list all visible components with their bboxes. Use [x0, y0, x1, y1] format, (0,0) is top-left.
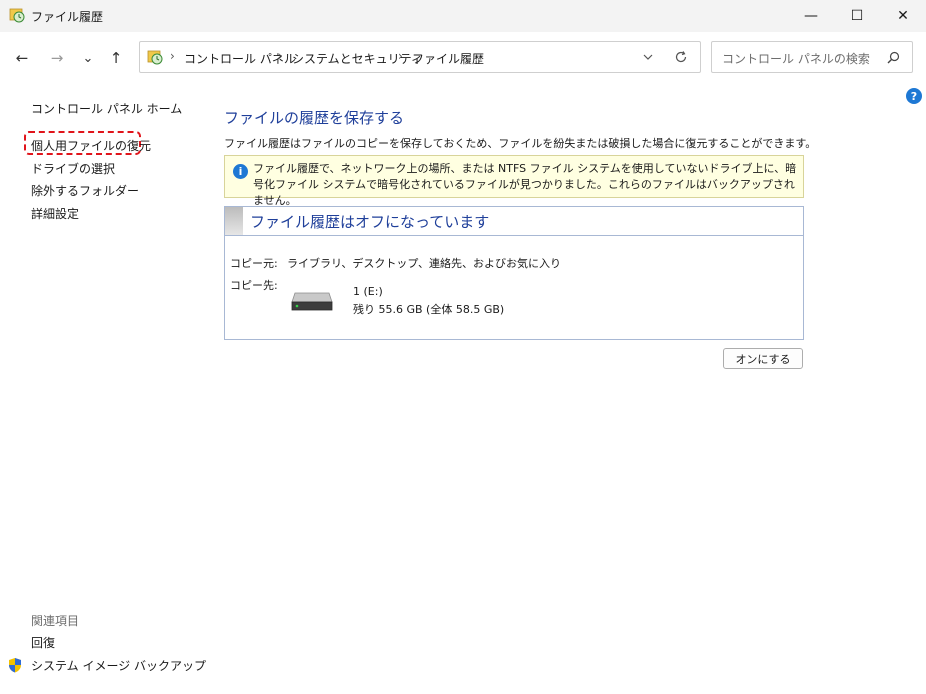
close-button[interactable]: ✕: [880, 0, 926, 32]
status-title: ファイル履歴はオフになっています: [250, 213, 490, 231]
control-panel-home-link[interactable]: コントロール パネル ホーム: [31, 100, 182, 117]
shield-icon: [9, 658, 21, 673]
file-history-icon: [9, 8, 25, 23]
window-title: ファイル履歴: [31, 10, 104, 24]
copy-to-label: コピー先:: [230, 279, 278, 292]
address-bar[interactable]: › コントロール パネル › システムとセキュリティ › ファイル履歴: [139, 41, 701, 73]
status-panel: ファイル履歴はオフになっています コピー元: ライブラリ、デスクトップ、連絡先、…: [224, 206, 804, 340]
breadcrumb-separator: ›: [278, 49, 283, 63]
status-color-bar: [225, 207, 243, 235]
copy-from-label: コピー元:: [230, 257, 278, 270]
chevron-down-icon[interactable]: [643, 53, 653, 61]
breadcrumb-system-security[interactable]: システムとセキュリティ: [292, 50, 423, 67]
system-image-backup-link[interactable]: システム イメージ バックアップ: [31, 657, 206, 674]
select-drive-link[interactable]: ドライブの選択: [31, 160, 115, 177]
maximize-button[interactable]: ☐: [834, 0, 880, 32]
control-panel-icon: [147, 50, 163, 65]
restore-personal-files-link[interactable]: 個人用ファイルの復元: [31, 137, 151, 154]
breadcrumb-separator: ›: [398, 49, 403, 63]
drive-icon: [291, 292, 333, 311]
refresh-icon[interactable]: [674, 50, 688, 64]
up-button[interactable]: ↑: [104, 44, 128, 72]
minimize-button[interactable]: —: [788, 0, 834, 32]
recent-locations-button[interactable]: ⌄: [76, 44, 100, 72]
search-input[interactable]: コントロール パネルの検索: [722, 50, 870, 67]
forward-button[interactable]: →: [45, 44, 69, 72]
warning-banner: i ファイル履歴で、ネットワーク上の場所、または NTFS ファイル システムを…: [224, 155, 804, 207]
advanced-settings-link[interactable]: 詳細設定: [31, 205, 79, 222]
related-heading: 関連項目: [31, 614, 80, 628]
warning-text: ファイル履歴で、ネットワーク上の場所、または NTFS ファイル システムを使用…: [253, 162, 797, 207]
copy-from-value: ライブラリ、デスクトップ、連絡先、およびお気に入り: [287, 257, 562, 270]
turn-on-button[interactable]: オンにする: [723, 348, 803, 369]
drive-name: 1 (E:): [353, 285, 383, 298]
help-icon[interactable]: ?: [906, 88, 922, 104]
search-icon[interactable]: [887, 51, 900, 64]
search-box[interactable]: コントロール パネルの検索: [711, 41, 913, 73]
breadcrumb-file-history[interactable]: ファイル履歴: [412, 50, 484, 67]
exclude-folders-link[interactable]: 除外するフォルダー: [31, 182, 139, 199]
back-button[interactable]: ←: [10, 44, 34, 72]
page-description: ファイル履歴はファイルのコピーを保存しておくため、ファイルを紛失または破損した場…: [224, 137, 817, 150]
drive-space: 残り 55.6 GB (全体 58.5 GB): [353, 303, 505, 316]
breadcrumb-separator: ›: [170, 49, 175, 63]
info-icon: i: [233, 164, 248, 179]
page-title: ファイルの履歴を保存する: [224, 109, 405, 127]
recovery-link[interactable]: 回復: [31, 634, 55, 651]
status-header: ファイル履歴はオフになっています: [225, 207, 803, 236]
